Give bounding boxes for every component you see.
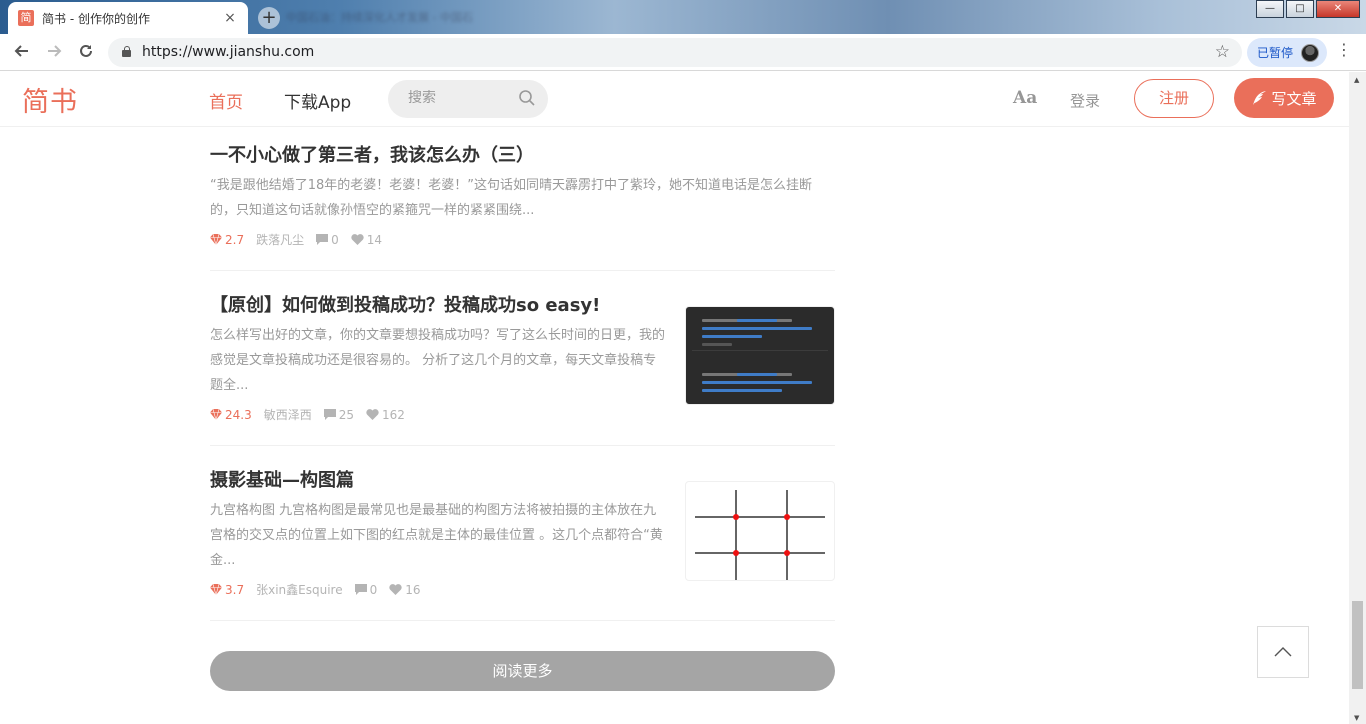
scroll-thumb[interactable] — [1352, 601, 1363, 689]
search-box[interactable] — [388, 80, 548, 118]
lock-icon — [122, 46, 131, 57]
font-size-icon[interactable]: Aa — [1013, 88, 1037, 108]
heart-icon — [389, 584, 402, 595]
article-abstract: 怎么样写出好的文章，你的文章要想投稿成功吗？写了这么长时间的日更，我的感觉是文章… — [210, 328, 666, 393]
feather-pen-icon — [1253, 91, 1267, 105]
heart-icon — [351, 234, 364, 245]
like-count: 16 — [405, 582, 421, 597]
comment-count: 25 — [338, 407, 355, 422]
comment-stat[interactable]: 0 — [316, 233, 339, 247]
jianshu-favicon-icon: 简 — [18, 10, 34, 26]
scroll-down-icon[interactable]: ▼ — [1354, 714, 1359, 722]
minimize-button[interactable]: — — [1256, 0, 1284, 18]
like-count: 14 — [366, 232, 383, 247]
read-more-button[interactable]: 阅读更多 — [210, 651, 835, 691]
background-tab[interactable]: 中国石油：持续深化人才发展 - 中国石 — [286, 9, 473, 25]
comment-icon — [323, 409, 336, 420]
diamond-value: 2.7 — [225, 232, 245, 247]
bookmark-star-icon[interactable]: ☆ — [1215, 42, 1230, 62]
thumbnail-notification-row — [692, 369, 828, 404]
tab-title: 简书 - 创作你的创作 — [42, 11, 150, 26]
browser-titlebar: 简 简书 - 创作你的创作 × + 中国石油：持续深化人才发展 - 中国石 — … — [0, 0, 1366, 34]
diamond-value: 3.7 — [225, 582, 245, 597]
diamond-stat: 24.3 — [210, 408, 252, 422]
article-meta: 2.7 跌落凡尘 0 14 — [210, 231, 835, 248]
reload-icon[interactable] — [74, 42, 98, 65]
article-item[interactable]: 一不小心做了第三者，我该怎么办（三） “我是跟他结婚了18年的老婆！老婆！老婆！… — [210, 143, 835, 271]
diamond-icon — [210, 584, 222, 595]
article-thumbnail-notifications[interactable] — [685, 306, 835, 405]
profile-status-label: 已暂停 — [1257, 46, 1294, 60]
heart-icon — [366, 409, 379, 420]
rule-of-thirds-grid-icon — [695, 490, 825, 580]
signup-button[interactable]: 注册 — [1134, 79, 1214, 118]
scroll-up-icon[interactable]: ▲ — [1354, 76, 1359, 84]
like-stat: 162 — [366, 408, 405, 422]
article-item[interactable]: 摄影基础—构图篇 九宫格构图 九宫格构图是最常见也是最基础的构图方法将被拍摄的主… — [210, 468, 835, 621]
address-bar[interactable]: https://www.jianshu.com ☆ — [108, 38, 1242, 67]
article-title[interactable]: 一不小心做了第三者，我该怎么办（三） — [210, 143, 835, 169]
profile-avatar — [1301, 43, 1320, 62]
comment-icon — [354, 584, 367, 595]
search-icon[interactable] — [518, 89, 536, 107]
article-item[interactable]: 【原创】如何做到投稿成功？投稿成功so easy! 怎么样写出好的文章，你的文章… — [210, 293, 835, 446]
diamond-stat: 3.7 — [210, 583, 244, 597]
write-article-button[interactable]: 写文章 — [1234, 78, 1334, 118]
diamond-stat: 2.7 — [210, 233, 244, 247]
write-article-label: 写文章 — [1271, 89, 1317, 108]
search-input[interactable] — [408, 90, 518, 106]
like-stat: 16 — [389, 582, 421, 597]
diamond-value: 24.3 — [225, 407, 252, 422]
back-to-top-button[interactable] — [1257, 626, 1309, 678]
new-tab-button[interactable]: + — [258, 7, 280, 29]
comment-icon — [316, 234, 329, 245]
forward-arrow-icon[interactable] — [42, 42, 66, 65]
nav-download-app-link[interactable]: 下载App — [284, 88, 351, 113]
maximize-button[interactable]: □ — [1286, 0, 1314, 18]
login-link[interactable]: 登录 — [1070, 90, 1100, 111]
article-author[interactable]: 张xin鑫Esquire — [256, 581, 343, 598]
article-author[interactable]: 敏西泽西 — [264, 406, 312, 423]
diamond-icon — [210, 234, 222, 245]
profile-paused-chip[interactable]: 已暂停 — [1247, 38, 1327, 67]
like-count: 162 — [382, 407, 405, 422]
active-tab[interactable]: 简 简书 - 创作你的创作 × — [8, 2, 248, 34]
jianshu-logo[interactable]: 简书 — [22, 80, 78, 119]
comment-count: 0 — [369, 582, 378, 597]
chevron-up-icon — [1274, 647, 1292, 657]
tab-close-icon[interactable]: × — [222, 10, 238, 26]
like-stat: 14 — [351, 233, 382, 247]
url-text[interactable]: https://www.jianshu.com — [142, 44, 314, 60]
thumbnail-notification-row — [692, 315, 828, 351]
article-meta: 3.7 张xin鑫Esquire 0 16 — [210, 581, 835, 598]
comment-stat[interactable]: 0 — [354, 582, 378, 597]
window-close-button[interactable]: ✕ — [1316, 0, 1360, 18]
article-thumbnail-grid[interactable] — [685, 481, 835, 581]
browser-toolbar: https://www.jianshu.com ☆ 已暂停 ⋮ — [0, 34, 1366, 71]
article-meta: 24.3 敏西泽西 25 162 — [210, 406, 835, 423]
back-arrow-icon[interactable] — [10, 42, 34, 65]
article-abstract: “我是跟他结婚了18年的老婆！老婆！老婆！”这句话如同晴天霹雳打中了紫玲，她不知… — [210, 178, 813, 218]
nav-home-link[interactable]: 首页 — [209, 88, 243, 113]
window-controls: — □ ✕ — [1254, 0, 1360, 18]
comment-stat[interactable]: 25 — [323, 407, 355, 422]
article-author[interactable]: 跌落凡尘 — [256, 231, 304, 248]
page-scrollbar[interactable]: ▲ ▼ — [1349, 72, 1366, 724]
kebab-menu-icon[interactable]: ⋮ — [1336, 40, 1352, 59]
comment-count: 0 — [331, 232, 339, 247]
article-abstract: 九宫格构图 九宫格构图是最常见也是最基础的构图方法将被拍摄的主体放在九宫格的交叉… — [210, 503, 663, 568]
diamond-icon — [210, 409, 222, 420]
site-header: 简书 首页 下载App Aa 登录 注册 写文章 — [0, 72, 1349, 127]
